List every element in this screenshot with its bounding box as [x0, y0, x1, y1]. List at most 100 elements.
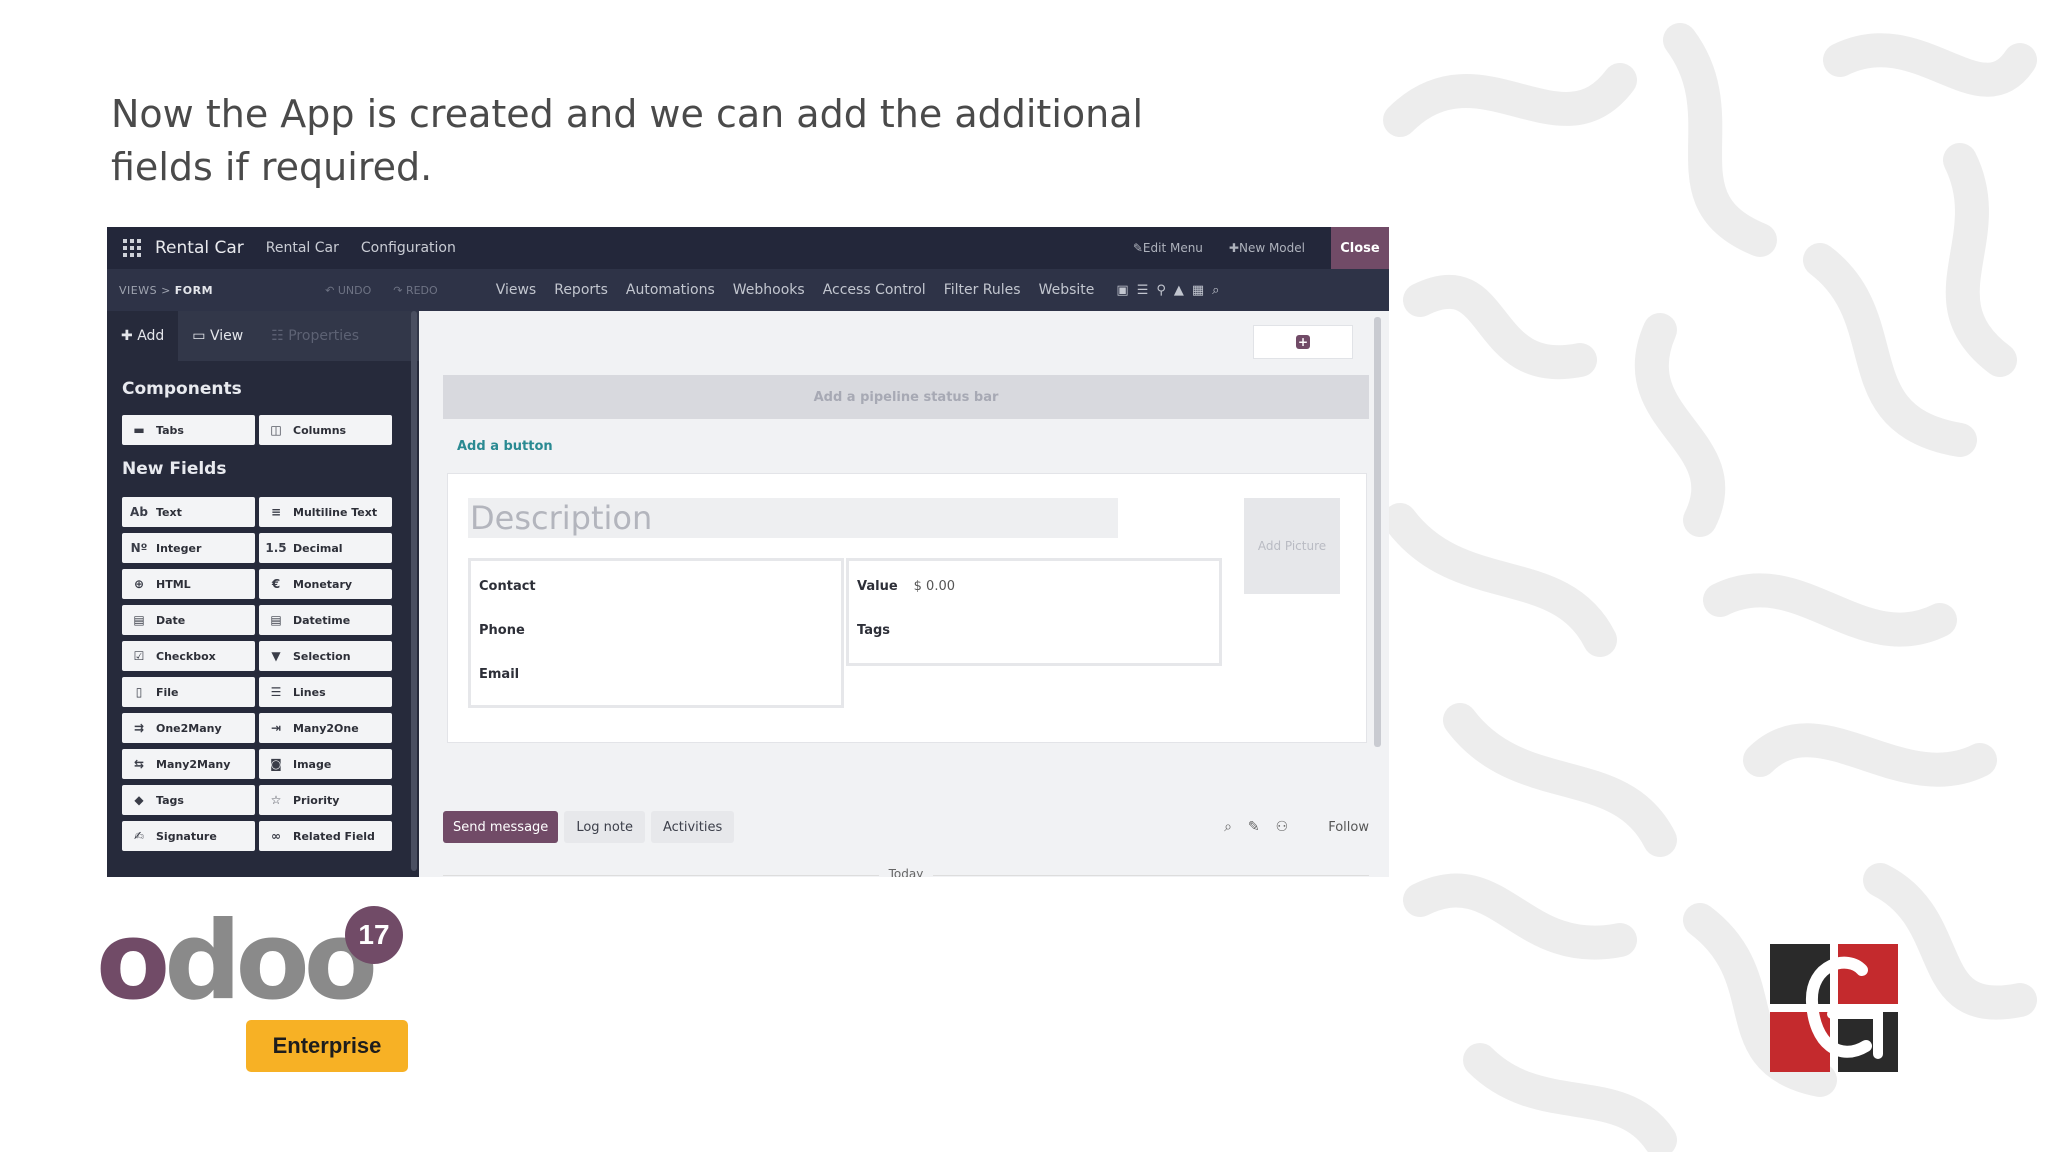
many2one-icon: ⇥: [270, 721, 282, 735]
redo-button[interactable]: ↷ REDO: [393, 284, 437, 297]
euro-icon: €: [271, 577, 281, 591]
log-note-button[interactable]: Log note: [564, 811, 645, 843]
field-datetime[interactable]: ▤ Datetime: [259, 605, 392, 635]
breadcrumb-views[interactable]: VIEWS: [119, 284, 157, 297]
apps-grid-icon[interactable]: [123, 239, 141, 257]
paperclip-icon[interactable]: ✎: [1248, 819, 1260, 835]
breadcrumb-form: FORM: [174, 283, 214, 297]
field-decimal[interactable]: 1.5 Decimal: [259, 533, 392, 563]
send-message-button[interactable]: Send message: [443, 811, 559, 843]
component-tabs[interactable]: ▬ Tabs: [122, 415, 255, 445]
follow-button[interactable]: Follow: [1328, 820, 1369, 835]
pivot-view-icon[interactable]: ▦: [1192, 283, 1204, 298]
new-model-button[interactable]: ✚New Model: [1229, 241, 1305, 255]
form-editor: + Add a pipeline status bar Add a button…: [427, 311, 1389, 877]
tab-automations[interactable]: Automations: [626, 282, 715, 298]
menu-rental-car[interactable]: Rental Car: [266, 240, 339, 256]
add-button-link[interactable]: Add a button: [457, 439, 553, 454]
group-right: Value $ 0.00 Tags: [846, 558, 1222, 666]
field-image[interactable]: ◙ Image: [259, 749, 392, 779]
add-smart-button[interactable]: +: [1253, 325, 1353, 359]
calendar-icon: ▤: [133, 613, 145, 627]
description-field[interactable]: Description: [468, 498, 1118, 538]
tab-reports[interactable]: Reports: [554, 282, 608, 298]
decorative-squiggle-pattern: [1360, 0, 2048, 1152]
tags-label[interactable]: Tags: [857, 623, 890, 638]
graph-view-icon[interactable]: ▲: [1174, 283, 1184, 298]
followers-icon[interactable]: ⚇: [1276, 819, 1289, 835]
close-button[interactable]: Close: [1331, 227, 1389, 269]
tab-website[interactable]: Website: [1039, 282, 1095, 298]
caret-down-icon: ▼: [271, 649, 281, 663]
field-multiline-text[interactable]: ≡ Multiline Text: [259, 497, 392, 527]
field-lines[interactable]: ☰ Lines: [259, 677, 392, 707]
field-selection[interactable]: ▼ Selection: [259, 641, 392, 671]
columns-icon: ◫: [270, 423, 282, 437]
field-signature[interactable]: ✍ Signature: [122, 821, 255, 851]
studio-subbar: VIEWS > FORM ↶ UNDO ↷ REDO Views Reports…: [107, 269, 1389, 311]
phone-label[interactable]: Phone: [479, 623, 525, 638]
field-many2one[interactable]: ⇥ Many2One: [259, 713, 392, 743]
cybrosys-logo: [1770, 944, 1898, 1072]
decimal-icon: 1.5: [265, 541, 287, 555]
field-related-field[interactable]: ∞ Related Field: [259, 821, 392, 851]
field-checkbox[interactable]: ☑ Checkbox: [122, 641, 255, 671]
value-row[interactable]: Value $ 0.00: [857, 579, 955, 594]
text-icon: Ab: [130, 505, 148, 519]
sidebar-tab-view[interactable]: ▭ View: [178, 311, 258, 361]
sidebar-tab-add[interactable]: ✚ Add: [107, 311, 179, 361]
field-file[interactable]: ▯ File: [122, 677, 255, 707]
email-label[interactable]: Email: [479, 667, 519, 682]
field-integer[interactable]: Nº Integer: [122, 533, 255, 563]
pencil-icon: ✎: [1132, 241, 1143, 255]
tab-filter-rules[interactable]: Filter Rules: [944, 282, 1021, 298]
search-view-icon[interactable]: ⌕: [1212, 283, 1219, 298]
field-priority[interactable]: ☆ Priority: [259, 785, 392, 815]
field-html[interactable]: ⊕ HTML: [122, 569, 255, 599]
field-tags[interactable]: ◆ Tags: [122, 785, 255, 815]
components-heading: Components: [122, 379, 242, 399]
odoo-17-enterprise-logo: odoo 17 Enterprise: [96, 902, 416, 1082]
one2many-icon: ⇉: [133, 721, 145, 735]
studio-sidebar: ✚ Add ▭ View ☷ Properties Components ▬ Ta…: [107, 311, 419, 877]
form-view-icon[interactable]: ▣: [1116, 283, 1128, 298]
undo-button[interactable]: ↶ UNDO: [325, 284, 371, 297]
calendar-icon: ▤: [270, 613, 282, 627]
add-pipeline-status-bar[interactable]: Add a pipeline status bar: [443, 375, 1369, 419]
tab-webhooks[interactable]: Webhooks: [733, 282, 805, 298]
multiline-icon: ≡: [270, 505, 282, 519]
many2many-icon: ⇆: [133, 757, 145, 771]
plus-square-icon: +: [1296, 335, 1310, 349]
tabs-icon: ▬: [133, 423, 145, 437]
edit-menu-button[interactable]: ✎Edit Menu: [1133, 241, 1203, 255]
new-fields-grid: Ab Text ≡ Multiline Text Nº Integer 1.5 Deci…: [122, 497, 419, 851]
file-icon: ▯: [135, 685, 143, 699]
contact-label[interactable]: Contact: [479, 579, 536, 594]
app-brand[interactable]: Rental Car: [155, 238, 244, 258]
sidebar-scrollbar[interactable]: [411, 311, 417, 871]
field-date[interactable]: ▤ Date: [122, 605, 255, 635]
field-text[interactable]: Ab Text: [122, 497, 255, 527]
tab-views[interactable]: Views: [496, 282, 537, 298]
add-picture[interactable]: Add Picture: [1244, 498, 1340, 594]
tag-icon: ◆: [134, 793, 144, 807]
main-scrollbar[interactable]: [1374, 317, 1381, 747]
version-badge: 17: [345, 906, 403, 964]
plus-icon: ✚: [121, 328, 138, 344]
search-icon[interactable]: ⌕: [1224, 819, 1232, 835]
menu-configuration[interactable]: Configuration: [361, 240, 456, 256]
component-columns[interactable]: ◫ Columns: [259, 415, 392, 445]
checkbox-icon: ☑: [133, 649, 145, 663]
field-many2many[interactable]: ⇆ Many2Many: [122, 749, 255, 779]
activities-button[interactable]: Activities: [650, 811, 735, 843]
list-view-icon[interactable]: ☰: [1137, 283, 1149, 298]
field-monetary[interactable]: € Monetary: [259, 569, 392, 599]
field-one2many[interactable]: ⇉ One2Many: [122, 713, 255, 743]
globe-icon: ⊕: [133, 577, 145, 591]
enterprise-badge: Enterprise: [246, 1020, 408, 1072]
odoo-wordmark: odoo: [96, 899, 378, 1024]
map-view-icon[interactable]: ⚲: [1156, 283, 1166, 298]
tab-access-control[interactable]: Access Control: [823, 282, 926, 298]
value-amount: $ 0.00: [913, 579, 956, 594]
camera-icon: ◙: [270, 757, 282, 771]
